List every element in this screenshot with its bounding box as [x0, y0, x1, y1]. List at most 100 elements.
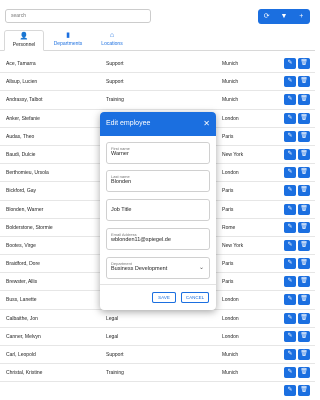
edit-icon[interactable]: ✎ [284, 312, 296, 324]
edit-icon[interactable]: ✎ [284, 94, 296, 106]
table-row: Allsup, Lucien Support Munich ✎ 🗑 [0, 73, 315, 92]
edit-icon[interactable]: ✎ [284, 330, 296, 342]
modal-header: Edit employee ✕ [100, 112, 216, 136]
delete-icon[interactable]: 🗑 [298, 276, 310, 288]
tab-bar: 👤 Personnel ▮ Departments ⌂ Locations [0, 30, 315, 51]
delete-icon[interactable]: 🗑 [298, 58, 310, 69]
delete-icon[interactable]: 🗑 [298, 312, 310, 324]
table-row: ✎ 🗑 [0, 382, 315, 400]
email-value: wblonden11@spiegel.de [111, 237, 171, 243]
department-select[interactable]: Department Business Development ⌄ [106, 257, 210, 279]
edit-icon[interactable]: ✎ [284, 385, 296, 397]
table-row: Canner, Melvyn Legal London ✎ 🗑 [0, 328, 315, 346]
edit-icon[interactable]: ✎ [284, 167, 296, 179]
employee-name: Anker, Stefanie [6, 115, 40, 122]
edit-icon[interactable]: ✎ [284, 221, 296, 233]
last-name-value: Blonden [111, 179, 132, 185]
edit-icon[interactable]: ✎ [284, 294, 296, 306]
employee-name: Calbaithe, Jon [6, 315, 38, 322]
cancel-button[interactable]: CANCEL [181, 292, 209, 303]
delete-icon[interactable]: 🗑 [298, 349, 310, 360]
edit-icon[interactable]: ✎ [284, 76, 296, 88]
search-input[interactable] [5, 9, 151, 23]
employee-name: Buss, Lanette [6, 297, 37, 304]
tab-label: Departments [53, 41, 83, 47]
tab-label: Locations [101, 41, 123, 47]
tab-label: Personnel [12, 42, 36, 48]
filter-button[interactable]: ▼ [275, 9, 292, 24]
table-row: Carl, Leopold Support Munich ✎ 🗑 [0, 346, 315, 365]
modal-footer: SAVE CANCEL [100, 284, 216, 310]
delete-icon[interactable]: 🗑 [298, 239, 310, 251]
employee-name: Berthomieu, Ursola [6, 170, 49, 177]
tab-departments[interactable]: ▮ Departments [48, 30, 88, 51]
employee-name: Audas, Theo [6, 133, 35, 140]
employee-location: Paris [222, 188, 234, 195]
delete-icon[interactable]: 🗑 [298, 258, 310, 270]
employee-location: Rome [222, 224, 236, 231]
table-row: Andrassy, Talbot Training Munich ✎ 🗑 [0, 91, 315, 110]
job-title-field[interactable]: Job Title [106, 199, 210, 221]
edit-icon[interactable]: ✎ [284, 185, 296, 197]
edit-icon[interactable]: ✎ [284, 276, 296, 288]
employee-location: Paris [222, 279, 234, 286]
edit-icon[interactable]: ✎ [284, 58, 296, 69]
delete-icon[interactable]: 🗑 [298, 385, 310, 397]
delete-icon[interactable]: 🗑 [298, 167, 310, 179]
department-value: Business Development [111, 266, 168, 272]
close-icon[interactable]: ✕ [203, 112, 210, 136]
employee-department: Support [106, 352, 124, 358]
tab-personnel[interactable]: 👤 Personnel [4, 30, 44, 51]
refresh-button[interactable]: ⟳ [258, 9, 275, 24]
delete-icon[interactable]: 🗑 [298, 76, 310, 88]
edit-icon[interactable]: ✎ [284, 367, 296, 379]
edit-employee-modal: Edit employee ✕ First name Warner Last n… [100, 112, 216, 310]
edit-icon[interactable]: ✎ [284, 130, 296, 142]
employee-name: Allsup, Lucien [6, 79, 38, 86]
table-row: Ace, Tamarra Support Munich ✎ 🗑 [0, 55, 315, 74]
employee-name: Braidford, Dore [6, 261, 40, 268]
add-button[interactable]: + [293, 9, 310, 24]
employee-name: Andrassy, Talbot [6, 97, 43, 104]
chevron-down-icon: ⌄ [198, 265, 204, 271]
delete-icon[interactable]: 🗑 [298, 94, 310, 106]
delete-icon[interactable]: 🗑 [298, 185, 310, 197]
employee-location: London [222, 170, 239, 177]
delete-icon[interactable]: 🗑 [298, 367, 310, 379]
edit-icon[interactable]: ✎ [284, 148, 296, 160]
employee-location: Munich [222, 97, 239, 104]
delete-icon[interactable]: 🗑 [298, 294, 310, 306]
delete-icon[interactable]: 🗑 [298, 112, 310, 124]
employee-name: Bickford, Gay [6, 188, 37, 195]
map-icon: ⌂ [109, 32, 115, 39]
modal-title: Edit employee [106, 120, 151, 127]
building-icon: ▮ [66, 32, 70, 39]
employee-name: Bootes, Virge [6, 242, 36, 249]
delete-icon[interactable]: 🗑 [298, 330, 310, 342]
edit-icon[interactable]: ✎ [284, 258, 296, 270]
employee-location: Munich [222, 61, 239, 67]
last-name-field[interactable]: Last name Blonden [106, 170, 210, 192]
delete-icon[interactable]: 🗑 [298, 148, 310, 160]
delete-icon[interactable]: 🗑 [298, 130, 310, 142]
employee-name: Christal, Kristine [6, 370, 43, 377]
employee-location: London [222, 115, 239, 122]
save-button[interactable]: SAVE [152, 292, 176, 303]
delete-icon[interactable]: 🗑 [298, 221, 310, 233]
employee-location: Munich [222, 79, 239, 86]
employee-name: Carl, Leopold [6, 352, 36, 358]
first-name-field[interactable]: First name Warner [106, 142, 210, 164]
edit-icon[interactable]: ✎ [284, 112, 296, 124]
edit-icon[interactable]: ✎ [284, 349, 296, 360]
employee-name: Blonden, Warner [6, 206, 44, 213]
toolbar-button-group: ⟳ ▼ + [258, 9, 310, 24]
employee-department: Support [106, 61, 124, 67]
delete-icon[interactable]: 🗑 [298, 203, 310, 215]
employee-department: Training [106, 97, 124, 104]
table-row: Calbaithe, Jon Legal London ✎ 🗑 [0, 310, 315, 328]
edit-icon[interactable]: ✎ [284, 239, 296, 251]
employee-department: Legal [106, 333, 119, 340]
tab-locations[interactable]: ⌂ Locations [92, 30, 132, 51]
edit-icon[interactable]: ✎ [284, 203, 296, 215]
email-field[interactable]: Email Address wblonden11@spiegel.de [106, 228, 210, 250]
